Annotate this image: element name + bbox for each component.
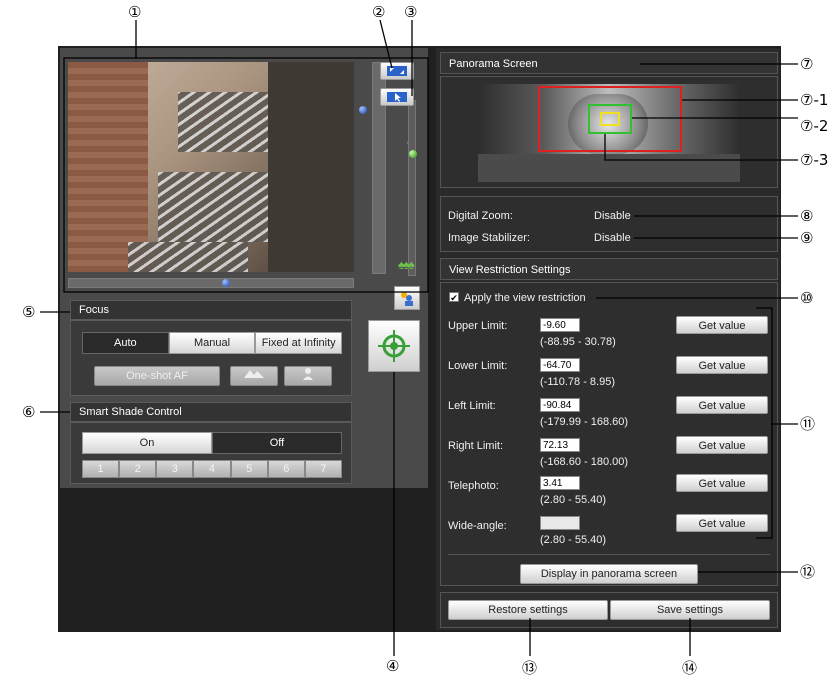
callout-lines xyxy=(40,19,798,656)
callout-11: ⑪ xyxy=(800,415,816,433)
callout-1: ① xyxy=(128,3,142,21)
callout-7-1: ⑦-1 xyxy=(800,91,829,109)
callout-8: ⑧ xyxy=(800,207,814,225)
callout-12: ⑫ xyxy=(800,563,816,581)
callout-5: ⑤ xyxy=(22,303,36,321)
callout-3: ③ xyxy=(404,3,418,21)
callout-13: ⑬ xyxy=(522,659,538,677)
callout-6: ⑥ xyxy=(22,403,36,421)
callout-14: ⑭ xyxy=(682,659,698,677)
callout-4: ④ xyxy=(386,657,400,675)
callout-9: ⑨ xyxy=(800,229,814,247)
callout-2: ② xyxy=(372,3,386,21)
callout-7-2: ⑦-2 xyxy=(800,117,829,135)
callout-7: ⑦ xyxy=(800,55,814,73)
callout-7-3: ⑦-3 xyxy=(800,151,829,169)
callout-10: ⑩ xyxy=(800,289,814,307)
